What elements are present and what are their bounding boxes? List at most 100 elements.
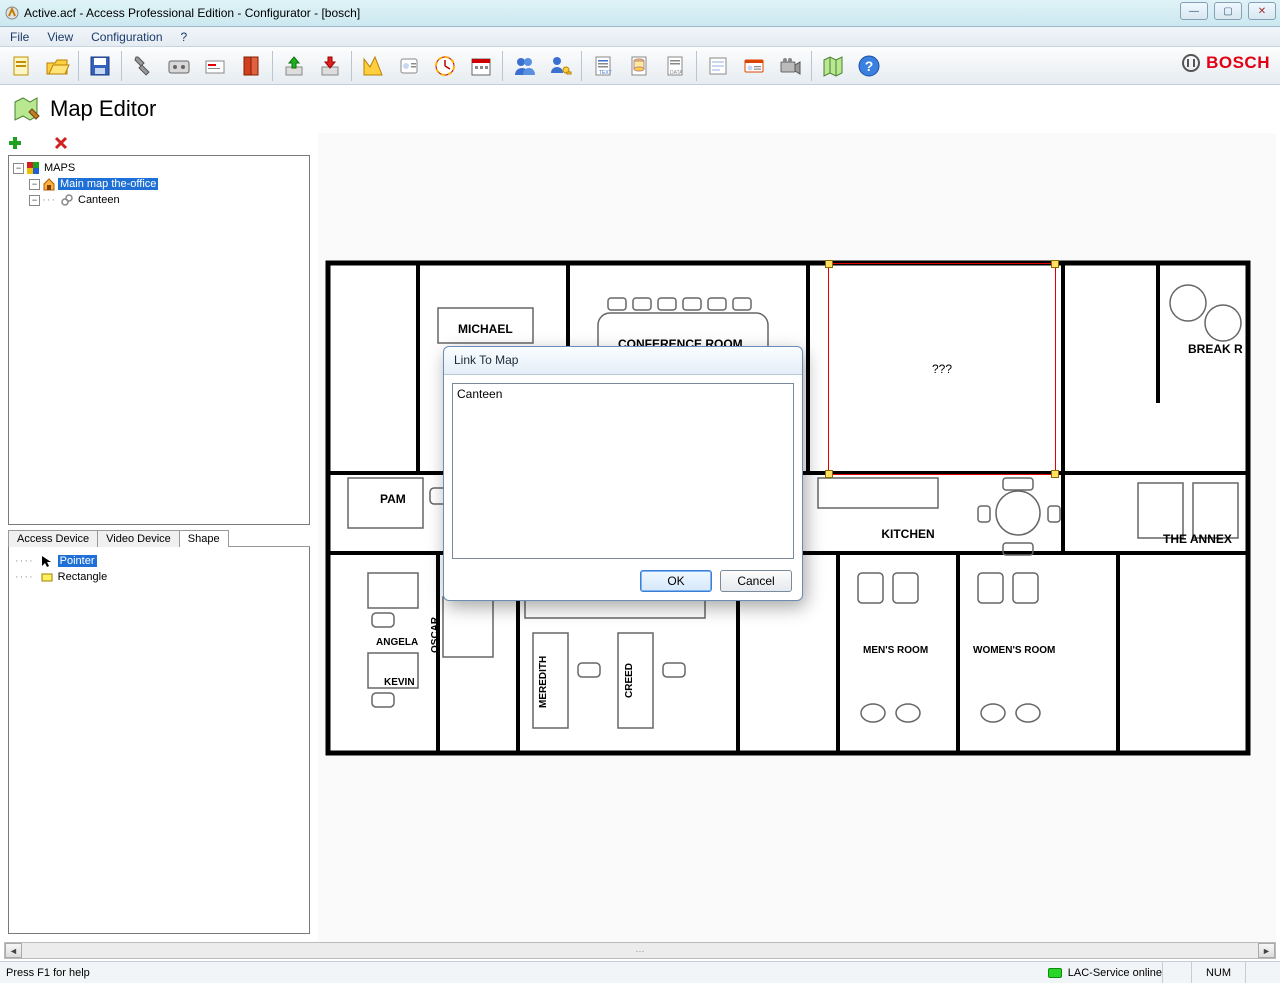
tb-map-editor-icon[interactable] — [816, 49, 850, 83]
svg-text:KITCHEN: KITCHEN — [881, 527, 934, 541]
window-titlebar: Active.acf - Access Professional Edition… — [0, 0, 1280, 27]
selection-label: ??? — [932, 362, 952, 376]
close-button[interactable]: ✕ — [1248, 2, 1276, 20]
tb-form-icon[interactable] — [701, 49, 735, 83]
ok-button[interactable]: OK — [640, 570, 712, 592]
status-bar: Press F1 for help LAC-Service online NUM — [0, 961, 1280, 983]
palette-rectangle[interactable]: ···· Rectangle — [15, 569, 303, 585]
status-num: NUM — [1191, 962, 1245, 983]
scroll-track[interactable]: ··· — [22, 946, 1258, 956]
tb-calendar-icon[interactable] — [464, 49, 498, 83]
svg-text:TEXT: TEXT — [599, 70, 612, 76]
tab-shape[interactable]: Shape — [179, 530, 229, 547]
tb-report2-icon[interactable] — [622, 49, 656, 83]
svg-text:MEN'S ROOM: MEN'S ROOM — [863, 645, 928, 656]
dialog-list-item[interactable]: Canteen — [457, 387, 789, 401]
dialog-title: Link To Map — [444, 347, 802, 375]
svg-text:MEREDITH: MEREDITH — [538, 656, 549, 708]
resize-handle-br[interactable] — [1051, 470, 1059, 478]
tree-root-label: MAPS — [42, 162, 77, 174]
window-title: Active.acf - Access Professional Edition… — [24, 6, 360, 20]
menu-view[interactable]: View — [43, 30, 77, 44]
tb-download-icon[interactable] — [313, 49, 347, 83]
palette-label: Pointer — [58, 555, 97, 567]
status-help-text: Press F1 for help — [6, 967, 90, 979]
svg-text:WOMEN'S ROOM: WOMEN'S ROOM — [973, 645, 1055, 656]
resize-handle-bl[interactable] — [825, 470, 833, 478]
minimize-button[interactable]: — — [1180, 2, 1208, 20]
svg-text:?: ? — [865, 58, 874, 74]
maps-root-icon — [26, 161, 40, 175]
menu-file[interactable]: File — [6, 30, 33, 44]
home-icon — [42, 177, 56, 191]
menu-help[interactable]: ? — [177, 30, 192, 44]
expand-icon[interactable] — [13, 163, 24, 174]
status-spacer2 — [1245, 962, 1274, 983]
palette-pointer[interactable]: ···· Pointer — [15, 553, 303, 569]
delete-map-icon[interactable] — [54, 136, 68, 150]
tb-door-icon[interactable] — [234, 49, 268, 83]
tree-item-canteen[interactable]: ··· Canteen — [13, 192, 305, 208]
toolbar: TEXT DATA ? BOSCH — [0, 47, 1280, 85]
tb-chart-icon[interactable] — [356, 49, 390, 83]
palette: ···· Pointer ···· Rectangle — [8, 547, 310, 934]
scroll-left-icon[interactable]: ◄ — [5, 943, 22, 958]
selection-rectangle[interactable]: ??? — [828, 263, 1056, 475]
tb-camera-icon[interactable] — [773, 49, 807, 83]
palette-tabs: Access Device Video Device Shape — [8, 529, 310, 547]
app-icon — [4, 5, 20, 21]
svg-text:OSCAR: OSCAR — [430, 616, 441, 653]
tb-report3-icon[interactable]: DATA — [658, 49, 692, 83]
tb-users-icon[interactable] — [507, 49, 541, 83]
tb-controller-icon[interactable] — [162, 49, 196, 83]
map-editor-icon — [12, 95, 40, 123]
status-led-icon — [1048, 968, 1062, 978]
map-tree[interactable]: MAPS Main map the-office ··· Canteen — [8, 155, 310, 525]
tb-users-key-icon[interactable] — [543, 49, 577, 83]
tb-upload-icon[interactable] — [277, 49, 311, 83]
dialog-map-list[interactable]: Canteen — [452, 383, 794, 559]
tb-open-icon[interactable] — [40, 49, 74, 83]
svg-text:THE ANNEX: THE ANNEX — [1163, 532, 1232, 546]
tb-badge-config-icon[interactable] — [737, 49, 771, 83]
tb-new-icon[interactable] — [4, 49, 38, 83]
link-to-map-dialog: Link To Map Canteen OK Cancel — [443, 346, 803, 601]
tab-video-device[interactable]: Video Device — [97, 530, 180, 547]
add-map-icon[interactable] — [8, 136, 22, 150]
scroll-right-icon[interactable]: ► — [1258, 943, 1275, 958]
tab-access-device[interactable]: Access Device — [8, 530, 98, 547]
bosch-ring-icon — [1182, 54, 1200, 72]
tb-save-icon[interactable] — [83, 49, 117, 83]
pointer-icon — [40, 554, 54, 568]
tb-badge-icon[interactable] — [392, 49, 426, 83]
tb-card-icon[interactable] — [198, 49, 232, 83]
svg-text:BREAK R: BREAK R — [1188, 342, 1243, 356]
cancel-button[interactable]: Cancel — [720, 570, 792, 592]
tree-root[interactable]: MAPS — [13, 160, 305, 176]
horizontal-scrollbar[interactable]: ◄ ··· ► — [4, 942, 1276, 959]
resize-handle-tl[interactable] — [825, 260, 833, 268]
svg-text:KEVIN: KEVIN — [384, 677, 415, 688]
palette-label: Rectangle — [58, 571, 108, 583]
tb-report1-icon[interactable]: TEXT — [586, 49, 620, 83]
expand-icon[interactable] — [29, 195, 40, 206]
status-service: LAC-Service online — [1068, 967, 1162, 979]
editor-header: Map Editor — [0, 85, 1280, 133]
left-pane: MAPS Main map the-office ··· Canteen Acc… — [0, 133, 318, 942]
tb-clock-icon[interactable] — [428, 49, 462, 83]
menu-bar: File View Configuration ? — [0, 27, 1280, 47]
tb-help-icon[interactable]: ? — [852, 49, 886, 83]
maximize-button[interactable]: ▢ — [1214, 2, 1242, 20]
editor-title: Map Editor — [50, 96, 156, 122]
tb-tool-wrench-icon[interactable] — [126, 49, 160, 83]
tree-item-label: Canteen — [76, 194, 122, 206]
tree-item-main[interactable]: Main map the-office — [13, 176, 305, 192]
resize-handle-tr[interactable] — [1051, 260, 1059, 268]
menu-configuration[interactable]: Configuration — [87, 30, 166, 44]
svg-text:DATA: DATA — [670, 70, 683, 76]
svg-text:PAM: PAM — [380, 492, 406, 506]
tree-toolbar — [0, 133, 318, 153]
brand-logo: BOSCH — [1182, 53, 1270, 73]
brand-name: BOSCH — [1206, 53, 1270, 73]
expand-icon[interactable] — [29, 179, 40, 190]
